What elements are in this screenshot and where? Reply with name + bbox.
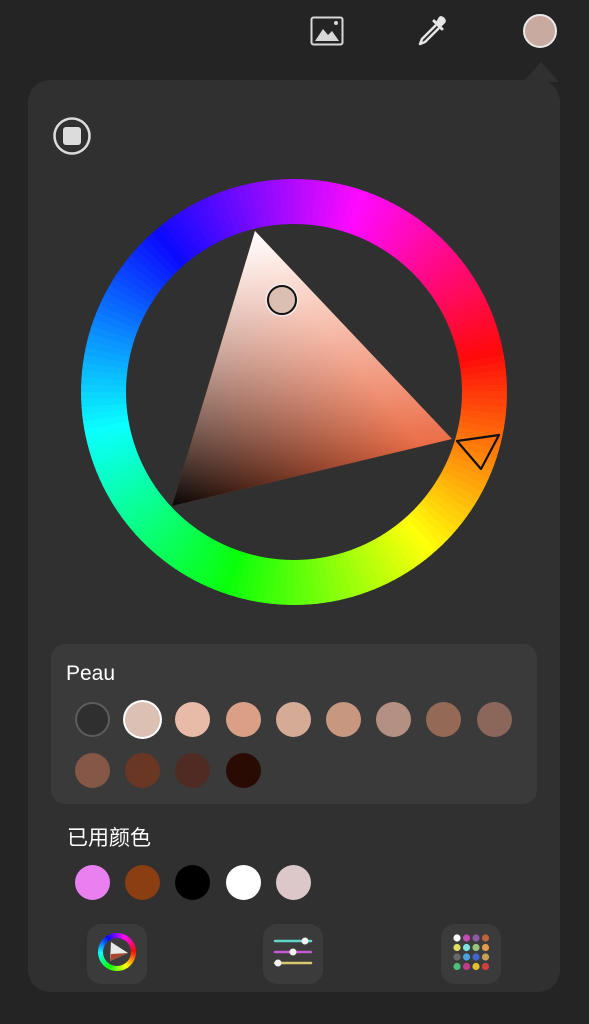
image-icon[interactable] <box>309 13 345 49</box>
eyedropper-icon[interactable] <box>414 13 450 49</box>
palette-swatch[interactable] <box>125 753 161 788</box>
color-wheel[interactable] <box>81 179 507 605</box>
palette-swatch[interactable] <box>275 702 311 737</box>
color-marker[interactable] <box>267 285 297 315</box>
sliders-mode-button[interactable] <box>263 924 323 984</box>
color-panel: Peau 已用颜色 <box>28 80 560 992</box>
saturation-triangle[interactable] <box>172 231 452 506</box>
palettes-mode-button[interactable] <box>441 924 501 984</box>
palette-swatch[interactable] <box>476 702 512 737</box>
recent-swatch[interactable] <box>275 865 311 900</box>
disc-mode-button[interactable] <box>87 924 147 984</box>
recent-swatch[interactable] <box>175 865 211 900</box>
palette-swatch[interactable] <box>376 702 412 737</box>
recent-colors-title: 已用颜色 <box>67 827 151 850</box>
recent-swatch[interactable] <box>75 865 110 900</box>
top-toolbar <box>0 0 589 64</box>
recent-swatch[interactable] <box>125 865 161 900</box>
palettes-icon <box>449 930 493 979</box>
color-disc-icon <box>97 932 137 977</box>
palette-swatch[interactable] <box>225 753 261 788</box>
palette-swatch[interactable] <box>225 702 261 737</box>
current-color-button[interactable] <box>522 13 558 49</box>
palette-title: Peau <box>66 662 116 685</box>
palette-swatch[interactable] <box>326 702 361 737</box>
palette-swatch[interactable] <box>175 702 211 737</box>
palette-swatch[interactable] <box>175 753 211 788</box>
palette-swatch-empty[interactable] <box>75 702 110 737</box>
palette-swatch[interactable] <box>426 702 462 737</box>
palette-group: Peau <box>51 644 537 804</box>
recent-swatch[interactable] <box>225 865 261 900</box>
palette-swatch[interactable] <box>125 702 161 737</box>
palette-swatch[interactable] <box>75 753 110 788</box>
sliders-icon <box>271 932 315 977</box>
current-color-swatch <box>523 14 557 48</box>
popover-caret <box>523 62 559 82</box>
stop-icon[interactable] <box>53 117 91 155</box>
